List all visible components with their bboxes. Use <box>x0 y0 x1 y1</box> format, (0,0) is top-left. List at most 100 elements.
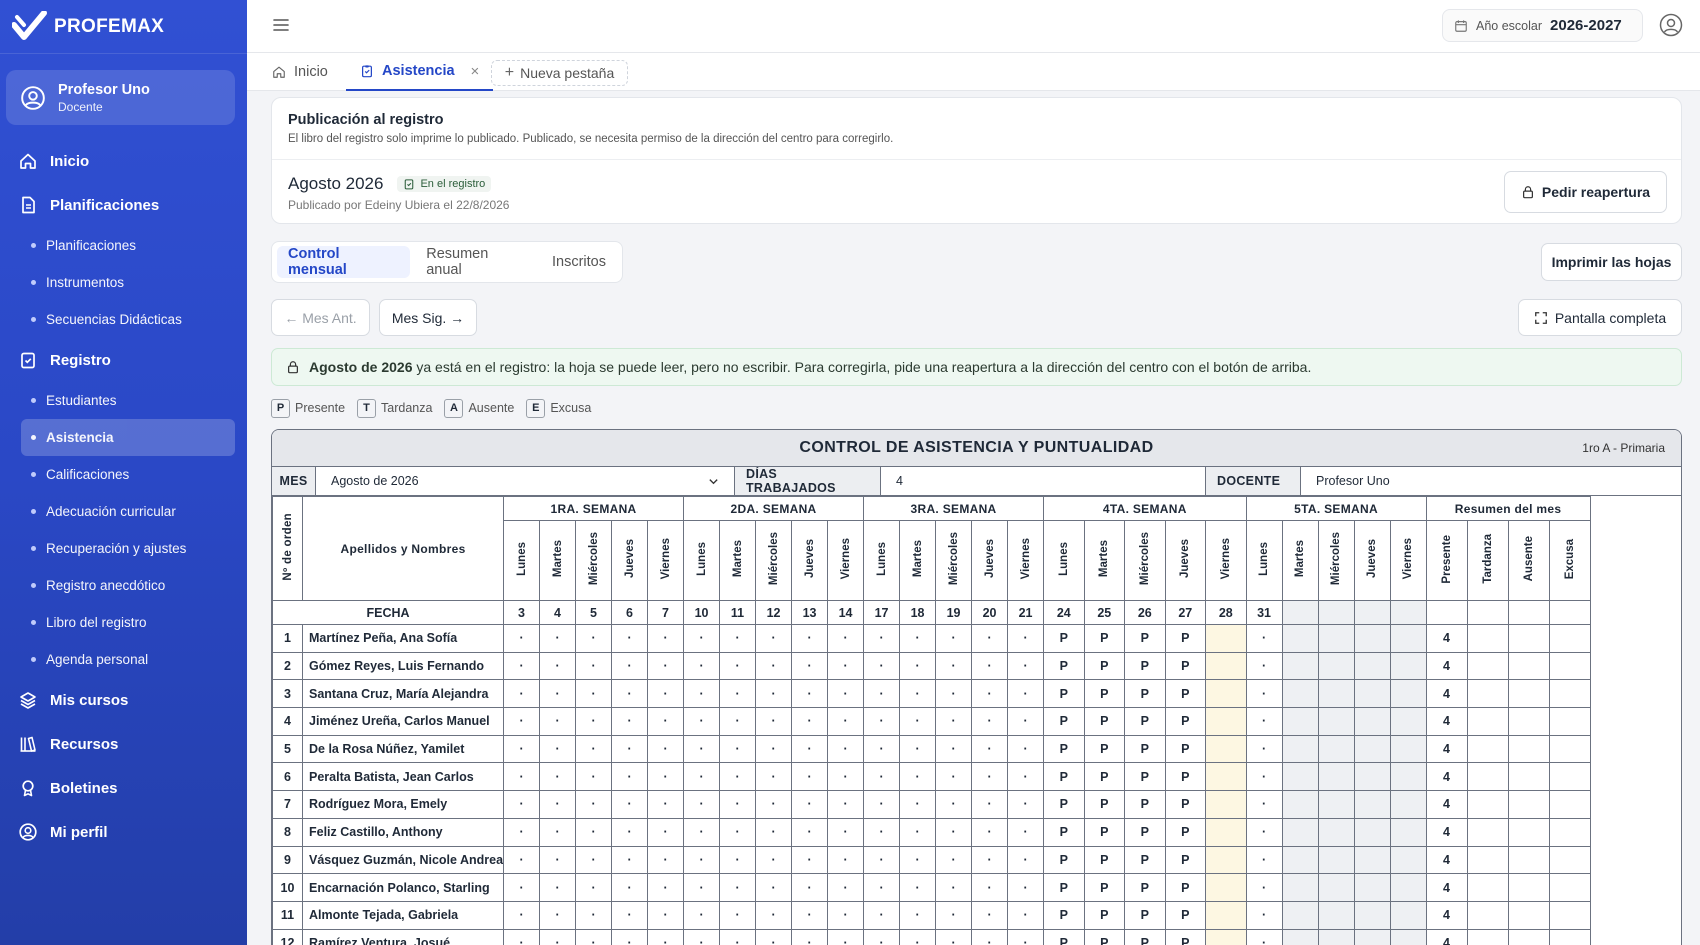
attendance-cell[interactable]: · <box>755 900 793 930</box>
attendance-cell[interactable]: · <box>503 679 541 709</box>
attendance-cell[interactable]: · <box>503 900 541 930</box>
attendance-cell[interactable]: · <box>611 707 649 736</box>
attendance-cell[interactable]: · <box>719 790 757 819</box>
attendance-cell[interactable]: · <box>683 651 721 681</box>
attendance-cell[interactable]: P <box>1083 624 1126 653</box>
attendance-cell[interactable]: P <box>1043 679 1085 709</box>
attendance-cell[interactable]: · <box>647 734 685 764</box>
attendance-cell[interactable]: P <box>1164 790 1207 819</box>
attendance-cell[interactable]: · <box>539 624 577 653</box>
attendance-cell[interactable]: P <box>1083 817 1126 847</box>
attendance-cell[interactable]: P <box>1124 734 1166 764</box>
attendance-cell[interactable]: · <box>575 707 613 736</box>
attendance-cell[interactable]: · <box>611 790 649 819</box>
attendance-cell[interactable]: P <box>1164 651 1207 681</box>
attendance-cell[interactable]: · <box>719 900 757 930</box>
sidebar-item-registro[interactable]: Registro <box>0 338 247 382</box>
sidebar-subitem-adecuacion-curricular[interactable]: Adecuación curricular <box>21 493 235 530</box>
attendance-cell[interactable]: · <box>791 873 829 902</box>
attendance-cell[interactable]: P <box>1083 900 1126 930</box>
attendance-cell[interactable]: · <box>719 651 757 681</box>
attendance-cell[interactable]: · <box>755 734 793 764</box>
attendance-cell[interactable]: P <box>1124 651 1166 681</box>
prev-month-button[interactable]: ← Mes Ant. <box>271 299 370 336</box>
attendance-cell[interactable]: · <box>575 845 613 875</box>
profile-card[interactable]: Profesor Uno Docente <box>6 70 235 125</box>
attendance-cell[interactable]: · <box>863 707 901 736</box>
attendance-cell[interactable]: · <box>1007 873 1045 902</box>
attendance-cell[interactable]: · <box>719 928 757 945</box>
attendance-cell[interactable]: P <box>1124 707 1166 736</box>
attendance-cell[interactable]: P <box>1124 762 1166 792</box>
attendance-cell[interactable]: · <box>719 734 757 764</box>
attendance-cell[interactable]: P <box>1164 928 1207 945</box>
attendance-cell[interactable]: · <box>827 734 865 764</box>
attendance-cell[interactable]: · <box>899 790 937 819</box>
attendance-cell[interactable]: · <box>575 900 613 930</box>
attendance-cell[interactable]: P <box>1043 707 1085 736</box>
attendance-cell[interactable]: P <box>1043 845 1085 875</box>
attendance-cell[interactable]: P <box>1083 679 1126 709</box>
attendance-cell[interactable]: P <box>1124 679 1166 709</box>
attendance-cell[interactable]: P <box>1083 707 1126 736</box>
attendance-cell[interactable]: · <box>827 928 865 945</box>
attendance-cell[interactable]: · <box>827 651 865 681</box>
attendance-cell[interactable]: · <box>1245 873 1283 902</box>
attendance-cell[interactable]: · <box>827 679 865 709</box>
attendance-cell[interactable]: · <box>539 873 577 902</box>
attendance-cell[interactable] <box>1205 734 1247 764</box>
attendance-cell[interactable]: · <box>647 790 685 819</box>
attendance-cell[interactable]: · <box>539 707 577 736</box>
user-account-icon[interactable] <box>1659 13 1683 37</box>
attendance-cell[interactable]: · <box>755 873 793 902</box>
attendance-cell[interactable]: · <box>503 624 541 653</box>
attendance-cell[interactable]: · <box>971 900 1009 930</box>
attendance-cell[interactable]: · <box>539 790 577 819</box>
attendance-cell[interactable]: · <box>683 762 721 792</box>
school-year-selector[interactable]: Año escolar 2026-2027 <box>1442 9 1643 42</box>
attendance-cell[interactable]: · <box>791 845 829 875</box>
attendance-cell[interactable]: · <box>1007 707 1045 736</box>
attendance-cell[interactable]: · <box>791 734 829 764</box>
attendance-cell[interactable]: · <box>683 734 721 764</box>
attendance-cell[interactable]: · <box>719 624 757 653</box>
attendance-cell[interactable]: · <box>1007 817 1045 847</box>
tab-asistencia[interactable]: Asistencia × <box>346 53 494 91</box>
attendance-cell[interactable]: P <box>1164 624 1207 653</box>
attendance-cell[interactable]: · <box>827 873 865 902</box>
sidebar-item-recursos[interactable]: Recursos <box>0 722 247 766</box>
attendance-cell[interactable]: · <box>791 928 829 945</box>
attendance-cell[interactable]: P <box>1043 790 1085 819</box>
attendance-cell[interactable]: · <box>827 624 865 653</box>
attendance-cell[interactable]: P <box>1043 762 1085 792</box>
attendance-cell[interactable]: · <box>755 624 793 653</box>
sidebar-item-mi-perfil[interactable]: Mi perfil <box>0 810 247 854</box>
attendance-cell[interactable]: P <box>1043 651 1085 681</box>
attendance-cell[interactable]: · <box>935 734 973 764</box>
attendance-cell[interactable]: P <box>1083 845 1126 875</box>
attendance-cell[interactable]: · <box>1007 624 1045 653</box>
brand-logo[interactable]: PROFEMAX <box>0 0 247 54</box>
attendance-cell[interactable]: · <box>719 707 757 736</box>
attendance-cell[interactable]: · <box>899 762 937 792</box>
sidebar-subitem-asistencia[interactable]: Asistencia <box>21 419 235 456</box>
attendance-cell[interactable]: · <box>971 873 1009 902</box>
sidebar-item-mis-cursos[interactable]: Mis cursos <box>0 678 247 722</box>
attendance-cell[interactable]: P <box>1124 845 1166 875</box>
attendance-cell[interactable]: · <box>539 928 577 945</box>
sidebar-subitem-libro-del-registro[interactable]: Libro del registro <box>21 604 235 641</box>
attendance-cell[interactable]: · <box>575 928 613 945</box>
sidebar-subitem-instrumentos[interactable]: Instrumentos <box>21 264 235 301</box>
attendance-cell[interactable]: · <box>503 651 541 681</box>
attendance-cell[interactable]: · <box>683 817 721 847</box>
attendance-cell[interactable]: · <box>827 845 865 875</box>
attendance-cell[interactable]: · <box>719 817 757 847</box>
attendance-cell[interactable]: · <box>683 679 721 709</box>
attendance-cell[interactable]: · <box>1245 900 1283 930</box>
attendance-cell[interactable]: · <box>935 679 973 709</box>
attendance-cell[interactable]: · <box>899 900 937 930</box>
attendance-cell[interactable]: · <box>935 651 973 681</box>
attendance-cell[interactable]: · <box>1007 928 1045 945</box>
attendance-cell[interactable]: P <box>1083 873 1126 902</box>
attendance-cell[interactable]: · <box>611 900 649 930</box>
